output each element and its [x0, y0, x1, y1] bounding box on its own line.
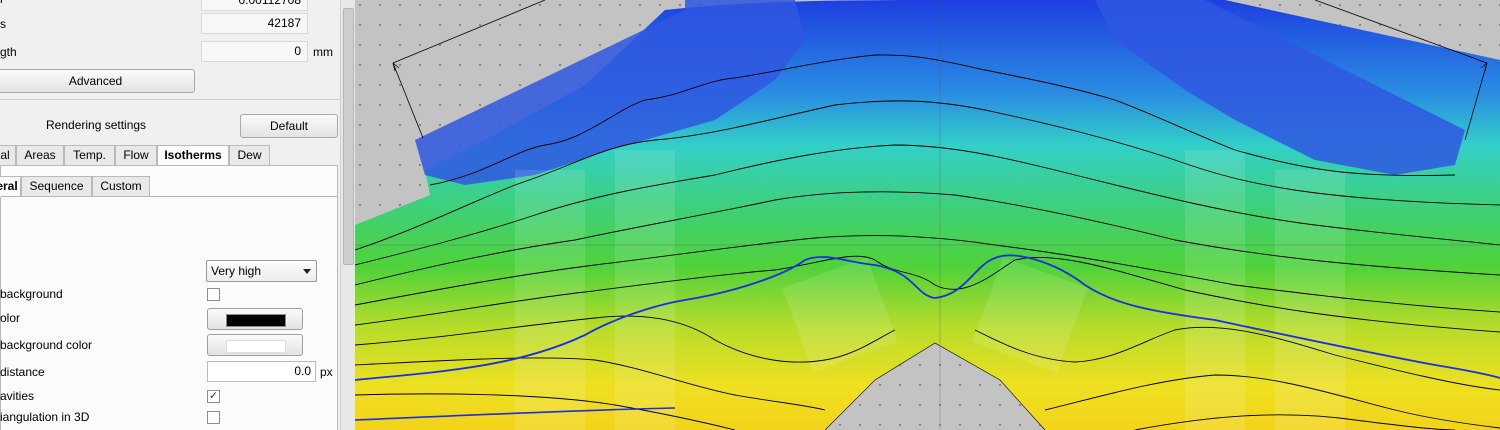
isotherm-render [355, 0, 1500, 430]
quality-select[interactable]: Very high [206, 260, 317, 282]
color-button[interactable] [207, 308, 303, 330]
background-color-label: background color [0, 338, 93, 352]
length-field[interactable]: 0 [201, 41, 308, 62]
triangulation-checkbox[interactable] [207, 411, 220, 424]
length-label: gth [0, 45, 17, 59]
background-color-button[interactable] [207, 334, 303, 356]
scrollbar-thumb[interactable] [343, 8, 354, 265]
property-label: r [0, 0, 4, 6]
distance-unit: px [320, 365, 333, 379]
property-value-field: 42187 [201, 13, 308, 34]
triangulation-label: iangulation in 3D [0, 410, 90, 424]
background-color-swatch [226, 340, 286, 353]
rendering-settings-title: Rendering settings [46, 118, 147, 132]
thermal-viewport[interactable] [355, 0, 1500, 430]
subtab-general[interactable]: eral [0, 176, 21, 197]
advanced-button[interactable]: Advanced [0, 69, 195, 93]
distance-label: distance [0, 365, 45, 379]
length-unit: mm [313, 45, 333, 59]
properties-panel: r 0.00112708 s 42187 gth 0 mm Advanced R… [0, 0, 340, 430]
default-button[interactable]: Default [240, 114, 338, 138]
tab-bar: al Areas Temp. Flow Isotherms Dew [0, 145, 340, 166]
subtab-bar: eral Sequence Custom [0, 176, 337, 197]
chevron-down-icon [303, 269, 311, 274]
subtab-custom[interactable]: Custom [92, 176, 150, 196]
subtab-sequence[interactable]: Sequence [21, 176, 92, 196]
tab-temp[interactable]: Temp. [64, 145, 115, 165]
tab-dew[interactable]: Dew [229, 145, 270, 165]
color-swatch [226, 314, 286, 327]
color-label: olor [0, 311, 21, 325]
tab-areas[interactable]: Areas [16, 145, 64, 165]
tab-isotherms[interactable]: Isotherms [157, 145, 229, 166]
cavities-label: avities [0, 389, 35, 403]
divider [1, 196, 337, 197]
distance-field[interactable]: 0.0 [207, 361, 316, 382]
cavities-checkbox[interactable]: ✓ [207, 390, 220, 403]
property-label: s [0, 17, 6, 31]
panel-scrollbar[interactable] [340, 0, 356, 430]
quality-select-value: Very high [211, 264, 262, 278]
property-value-field: 0.00112708 [201, 0, 308, 11]
background-label: background [0, 287, 63, 301]
tab-general[interactable]: al [0, 145, 16, 165]
background-checkbox[interactable] [207, 288, 220, 301]
tab-flow[interactable]: Flow [115, 145, 157, 165]
divider [0, 99, 340, 100]
